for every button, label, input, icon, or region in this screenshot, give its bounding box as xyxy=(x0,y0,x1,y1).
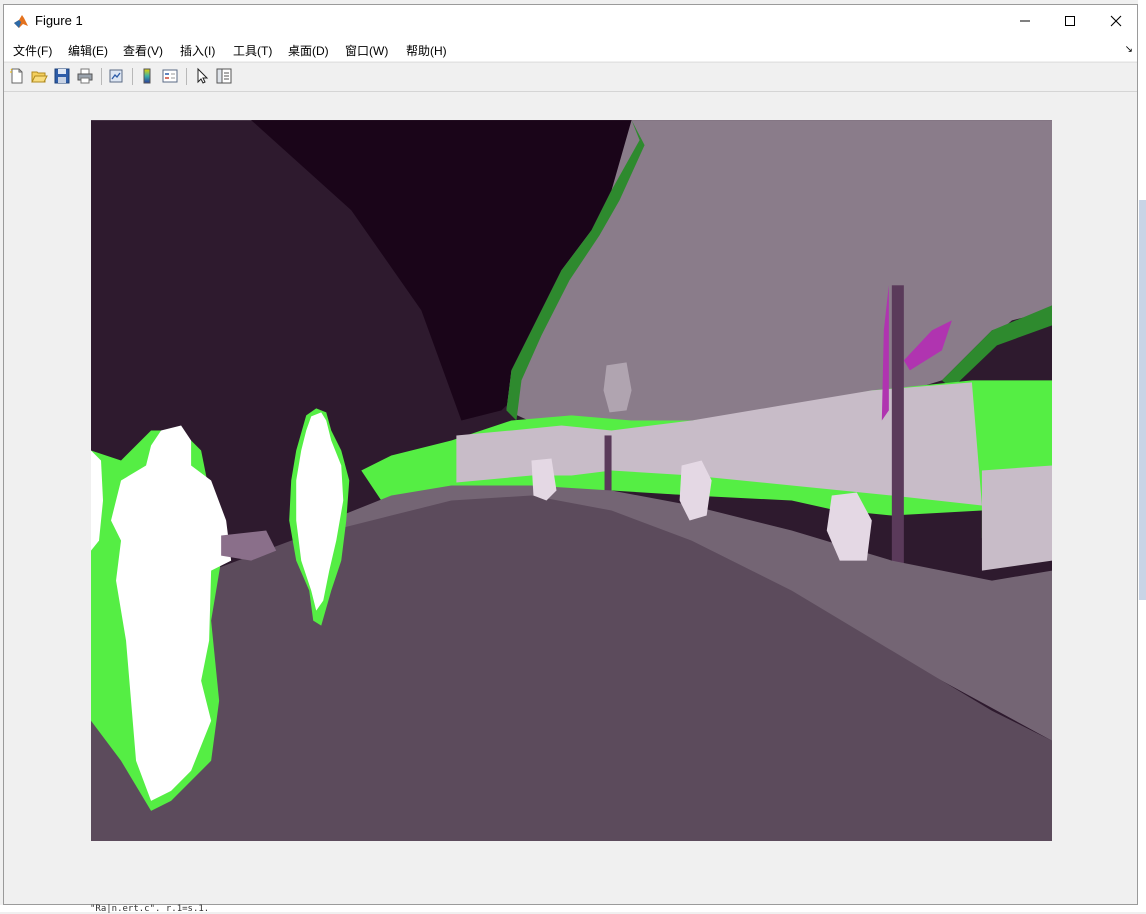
toolbar-separator xyxy=(186,68,187,85)
menu-bar: 文件(F) 编辑(E) 查看(V) 插入(I) 工具(T) 桌面(D) 窗口(W… xyxy=(4,37,1137,61)
figure-image-axes[interactable] xyxy=(91,120,1052,841)
matlab-logo-icon xyxy=(14,15,28,28)
close-button[interactable] xyxy=(1093,5,1139,37)
menu-insert[interactable]: 插入(I) xyxy=(180,42,215,59)
minimize-button[interactable] xyxy=(1002,5,1048,37)
menu-tools[interactable]: 工具(T) xyxy=(233,42,272,59)
link-plot-icon[interactable] xyxy=(107,67,125,85)
close-icon xyxy=(1110,15,1122,27)
new-figure-icon[interactable] xyxy=(8,67,26,85)
background-stripe xyxy=(1139,200,1146,600)
dock-figure-icon[interactable]: ↘ xyxy=(1125,44,1133,55)
figure-toolbar xyxy=(4,62,1137,92)
image-right-wall xyxy=(981,465,1052,571)
maximize-icon xyxy=(1065,16,1075,26)
toolbar-separator xyxy=(101,68,102,85)
image-pole xyxy=(891,285,904,576)
property-inspector-icon[interactable] xyxy=(215,67,233,85)
colorbar-icon[interactable] xyxy=(138,67,156,85)
legend-icon[interactable] xyxy=(161,67,179,85)
toolbar-separator xyxy=(132,68,133,85)
open-file-icon[interactable] xyxy=(30,67,48,85)
menu-view[interactable]: 查看(V) xyxy=(123,42,163,59)
window-title: Figure 1 xyxy=(35,13,83,28)
maximize-button[interactable] xyxy=(1047,5,1093,37)
title-bar[interactable]: Figure 1 xyxy=(4,5,1137,37)
menu-file[interactable]: 文件(F) xyxy=(13,42,52,59)
menu-window[interactable]: 窗口(W) xyxy=(345,42,388,59)
figure-window: Figure 1 文件(F) 编辑(E) 查看(V) 插入(I) 工具(T) 桌… xyxy=(3,4,1138,905)
menu-edit[interactable]: 编辑(E) xyxy=(68,42,108,59)
save-icon[interactable] xyxy=(53,67,71,85)
image-sign xyxy=(603,362,632,413)
menu-desktop[interactable]: 桌面(D) xyxy=(288,42,329,59)
background-desktop-right-edge xyxy=(1138,0,1146,912)
background-command-text: "Ra|n.ert.c". r.1=s.1. xyxy=(90,904,210,914)
print-icon[interactable] xyxy=(76,67,94,85)
edit-plot-arrow-icon[interactable] xyxy=(193,67,211,85)
menu-help[interactable]: 帮助(H) xyxy=(406,42,447,59)
minimize-icon xyxy=(1020,20,1030,22)
